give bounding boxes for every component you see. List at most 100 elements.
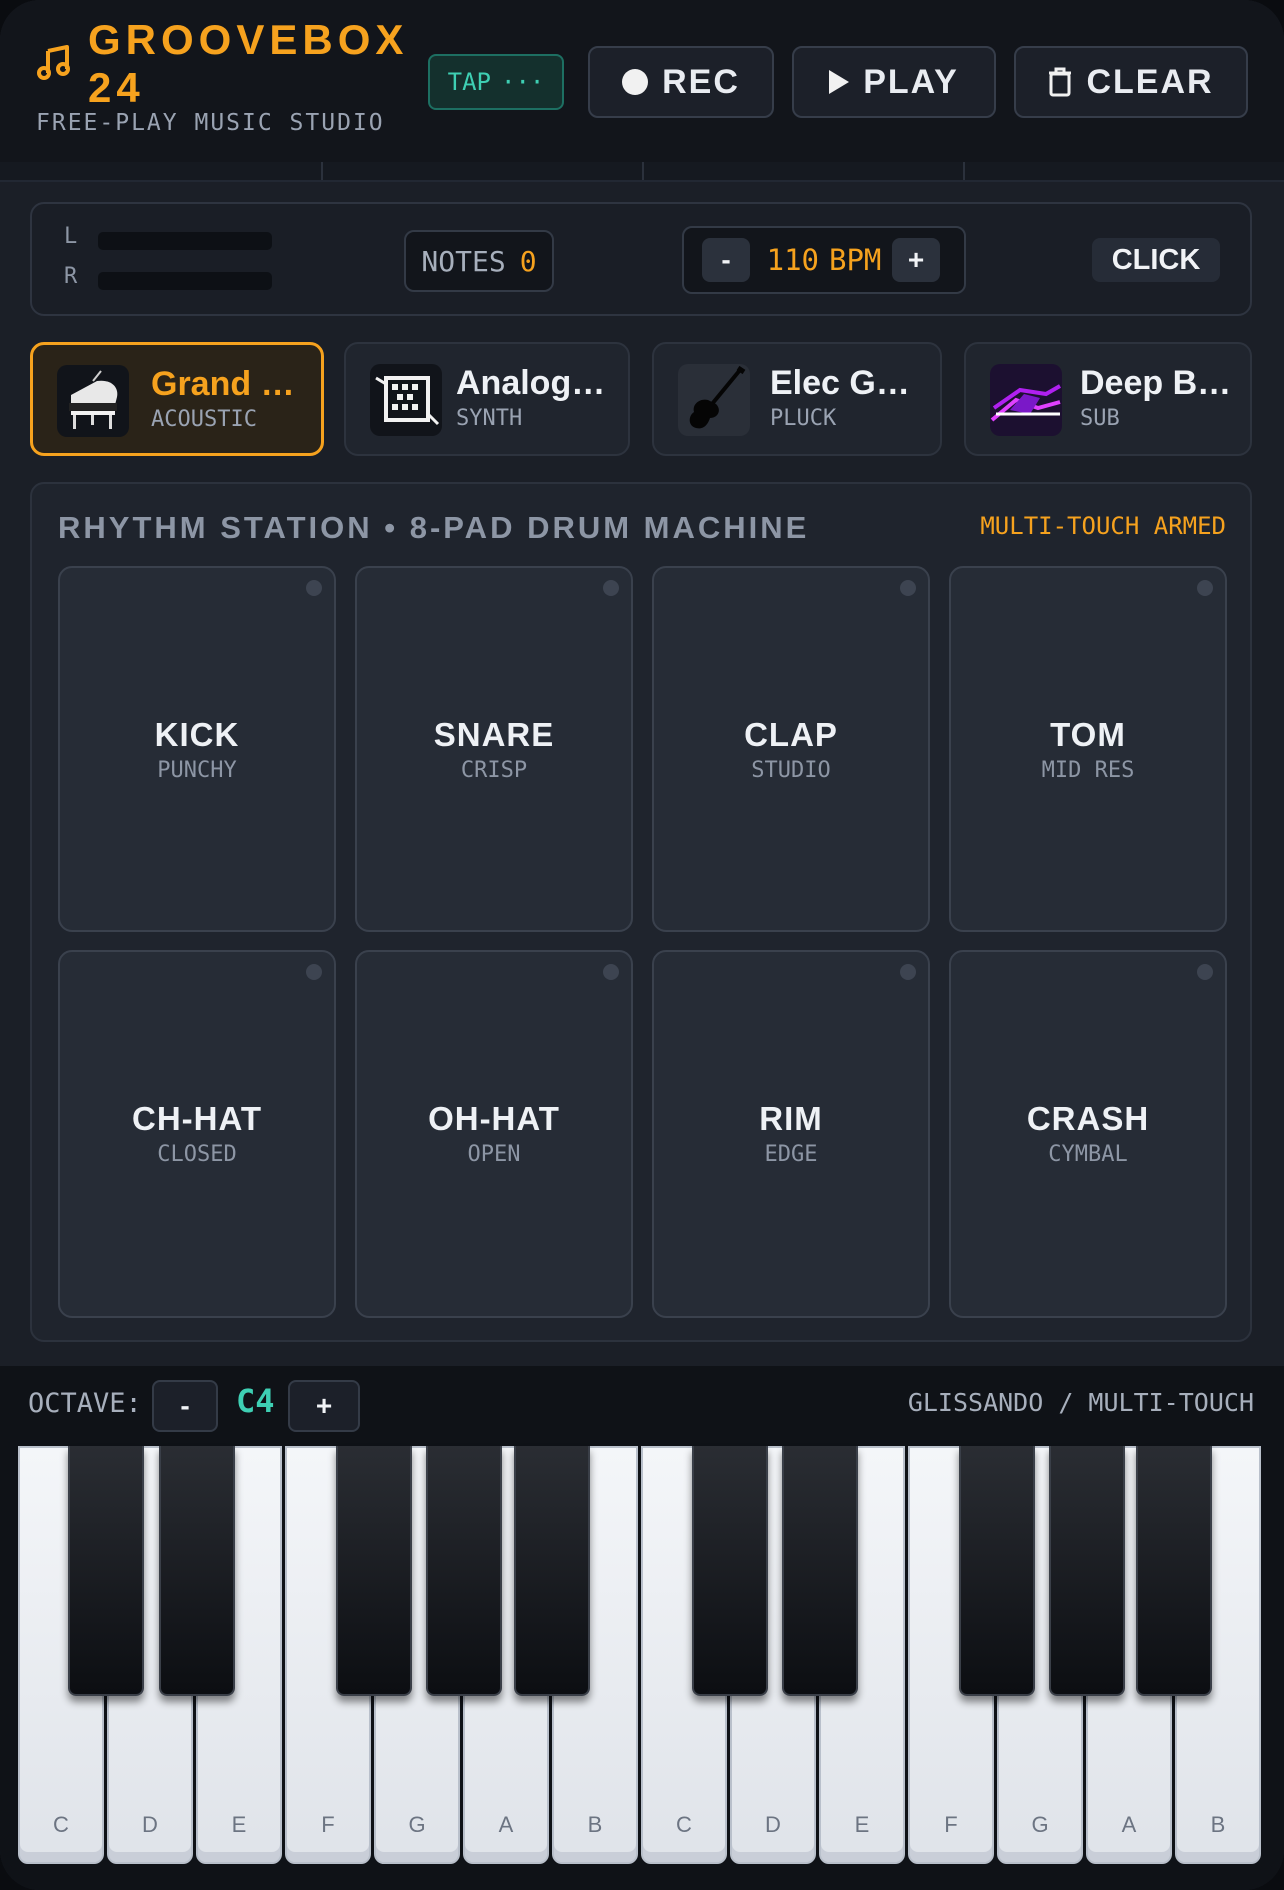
pad-led (900, 580, 916, 596)
header-divider (0, 162, 1284, 182)
pad-led (306, 580, 322, 596)
meter-left-label: L (64, 224, 78, 249)
pad-name: OH-HAT (428, 1100, 560, 1137)
black-key[interactable] (514, 1446, 590, 1696)
pad-name: CH-HAT (131, 1100, 263, 1137)
pad-name: TOM (1050, 716, 1126, 753)
drum-panel-title: RHYTHM STATION • 8-PAD DRUM MACHINE (58, 510, 810, 545)
black-key[interactable] (782, 1446, 858, 1696)
bpm-value: 110 (766, 243, 819, 277)
bpm-increase-button[interactable]: + (892, 238, 940, 282)
pad-led (603, 964, 619, 980)
drum-pad-clap[interactable]: CLAP STUDIO (652, 566, 930, 932)
key-label: B (587, 1812, 603, 1837)
pad-sub: EDGE (764, 1142, 818, 1167)
black-key[interactable] (1049, 1446, 1125, 1696)
pad-led (1197, 580, 1213, 596)
drum-pad-rim[interactable]: RIM EDGE (652, 950, 930, 1318)
status-bar: L R NOTES 0 - 110 BPM + CLICK (30, 202, 1252, 316)
black-key[interactable] (68, 1446, 144, 1696)
black-key[interactable] (336, 1446, 412, 1696)
drum-pad-tom[interactable]: TOM MID RES (949, 566, 1227, 932)
music-note-icon (37, 45, 70, 80)
black-key[interactable] (959, 1446, 1035, 1696)
pad-name: RIM (759, 1100, 823, 1137)
octave-value: C4 (236, 1382, 275, 1420)
clear-label: CLEAR (1086, 62, 1214, 101)
instrument-grand-piano[interactable]: Grand … ACOUSTIC (30, 342, 324, 456)
drum-status: MULTI-TOUCH ARMED (980, 512, 1226, 540)
pad-sub: CRISP (460, 758, 528, 783)
instrument-name: Grand … (151, 365, 295, 403)
black-key[interactable] (1136, 1446, 1212, 1696)
tap-label: TAP (447, 68, 491, 96)
bpm-unit: BPM (829, 243, 882, 277)
drum-pad-kick[interactable]: KICK PUNCHY (58, 566, 336, 932)
instrument-type: SYNTH (456, 406, 523, 431)
key-label: B (1210, 1812, 1226, 1837)
instrument-electric-guitar[interactable]: Elec G… PLUCK (652, 342, 942, 456)
key-label: D (142, 1812, 158, 1837)
notes-counter: NOTES 0 (404, 230, 554, 292)
notes-value: 0 (519, 244, 537, 278)
pad-sub: STUDIO (751, 758, 831, 783)
key-label: E (854, 1812, 870, 1837)
instrument-type: PLUCK (770, 406, 837, 431)
clear-button[interactable]: CLEAR (1014, 46, 1248, 118)
meter-right-bar (98, 272, 272, 290)
pad-led (306, 964, 322, 980)
meter-right-label: R (64, 264, 78, 289)
app-root: GROOVEBOX 24 FREE-PLAY MUSIC STUDIO TAP … (0, 0, 1284, 1890)
key-label: C (676, 1812, 692, 1837)
pad-sub: OPEN (467, 1142, 521, 1167)
pad-led (603, 580, 619, 596)
key-label: G (1031, 1812, 1049, 1837)
keyboard-mode-label: GLISSANDO / MULTI-TOUCH (907, 1388, 1254, 1417)
black-key[interactable] (426, 1446, 502, 1696)
octave-down-button[interactable]: - (152, 1380, 218, 1432)
pad-sub: CYMBAL (1048, 1142, 1128, 1167)
rec-label: REC (662, 62, 740, 101)
metronome-click-button[interactable]: CLICK (1092, 238, 1220, 282)
instrument-deep-bass[interactable]: Deep B… SUB (964, 342, 1252, 456)
drum-machine-panel: RHYTHM STATION • 8-PAD DRUM MACHINE MULT… (30, 482, 1252, 1342)
drum-pad-crash[interactable]: CRASH CYMBAL (949, 950, 1227, 1318)
bass-icon (990, 364, 1062, 436)
drum-pad-open-hat[interactable]: OH-HAT OPEN (355, 950, 633, 1318)
notes-label: NOTES (421, 244, 506, 278)
key-label: A (1121, 1812, 1137, 1837)
piano-icon (57, 365, 129, 437)
piano-keyboard: C D E F G A B C D E F G A B (18, 1446, 1266, 1866)
play-label: PLAY (863, 62, 959, 101)
synth-icon (370, 364, 442, 436)
bpm-decrease-button[interactable]: - (702, 238, 750, 282)
tap-tempo-button[interactable]: TAP ··· (428, 54, 564, 110)
play-button[interactable]: PLAY (792, 46, 996, 118)
instrument-name: Elec G… (770, 364, 910, 402)
bpm-control: - 110 BPM + (682, 226, 966, 294)
pad-name: CLAP (744, 716, 838, 753)
instrument-analog-synth[interactable]: Analog… SYNTH (344, 342, 630, 456)
black-key[interactable] (159, 1446, 235, 1696)
brand-title: GROOVEBOX 24 (88, 16, 409, 111)
drum-pad-snare[interactable]: SNARE CRISP (355, 566, 633, 932)
record-dot-icon (622, 69, 649, 95)
instrument-type: SUB (1080, 406, 1120, 431)
keyboard-area: OCTAVE: - C4 + GLISSANDO / MULTI-TOUCH C… (0, 1366, 1284, 1890)
key-label: E (231, 1812, 247, 1837)
octave-label: OCTAVE: (28, 1388, 142, 1419)
key-label: A (498, 1812, 514, 1837)
key-label: F (944, 1812, 958, 1837)
octave-up-button[interactable]: + (288, 1380, 360, 1432)
pad-led (900, 964, 916, 980)
pad-sub: CLOSED (157, 1142, 237, 1167)
black-key[interactable] (692, 1446, 768, 1696)
key-label: G (408, 1812, 426, 1837)
instrument-name: Deep B… (1080, 364, 1232, 402)
header: GROOVEBOX 24 FREE-PLAY MUSIC STUDIO TAP … (0, 0, 1284, 165)
rec-button[interactable]: REC (588, 46, 774, 118)
pad-sub: MID RES (1041, 758, 1135, 783)
trash-icon (1049, 67, 1072, 97)
drum-pad-closed-hat[interactable]: CH-HAT CLOSED (58, 950, 336, 1318)
instrument-name: Analog… (456, 364, 606, 402)
